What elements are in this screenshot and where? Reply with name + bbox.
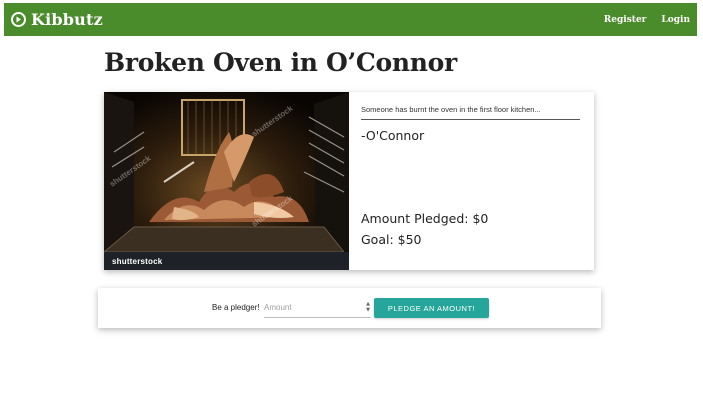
amount-stepper[interactable]: ▲ ▼ bbox=[365, 301, 371, 313]
login-link[interactable]: Login bbox=[661, 15, 690, 25]
brand-name: Kibbutz bbox=[31, 10, 103, 29]
brand-link[interactable]: Kibbutz bbox=[11, 10, 103, 29]
page-title: Broken Oven in O’Connor bbox=[104, 48, 457, 77]
project-details: Someone has burnt the oven in the first … bbox=[349, 92, 594, 270]
amount-pledged: Amount Pledged: $0 bbox=[361, 211, 489, 226]
chevron-down-icon[interactable]: ▼ bbox=[366, 307, 370, 313]
nav-links: Register Login bbox=[604, 15, 690, 25]
pledge-button[interactable]: PLEDGE AN AMOUNT! bbox=[374, 298, 489, 318]
pledge-label: Be a pledger! bbox=[212, 303, 260, 312]
watermark-logo: shutterstock bbox=[112, 256, 163, 266]
project-goal: Goal: $50 bbox=[361, 232, 422, 247]
watermark-bar: shutterstock bbox=[104, 252, 349, 270]
pledge-form: Be a pledger! ▲ ▼ PLEDGE AN AMOUNT! bbox=[98, 288, 601, 328]
chevron-up-icon[interactable]: ▲ bbox=[366, 301, 370, 307]
top-navbar: Kibbutz Register Login bbox=[4, 3, 697, 36]
project-description: Someone has burnt the oven in the first … bbox=[361, 105, 580, 120]
amount-input[interactable] bbox=[264, 298, 371, 318]
project-image: shutterstock shutterstock shutterstock s… bbox=[104, 92, 349, 270]
project-author: -O'Connor bbox=[361, 128, 425, 143]
play-circle-icon bbox=[11, 12, 26, 27]
project-card: shutterstock shutterstock shutterstock s… bbox=[104, 92, 594, 270]
register-link[interactable]: Register bbox=[604, 15, 647, 25]
